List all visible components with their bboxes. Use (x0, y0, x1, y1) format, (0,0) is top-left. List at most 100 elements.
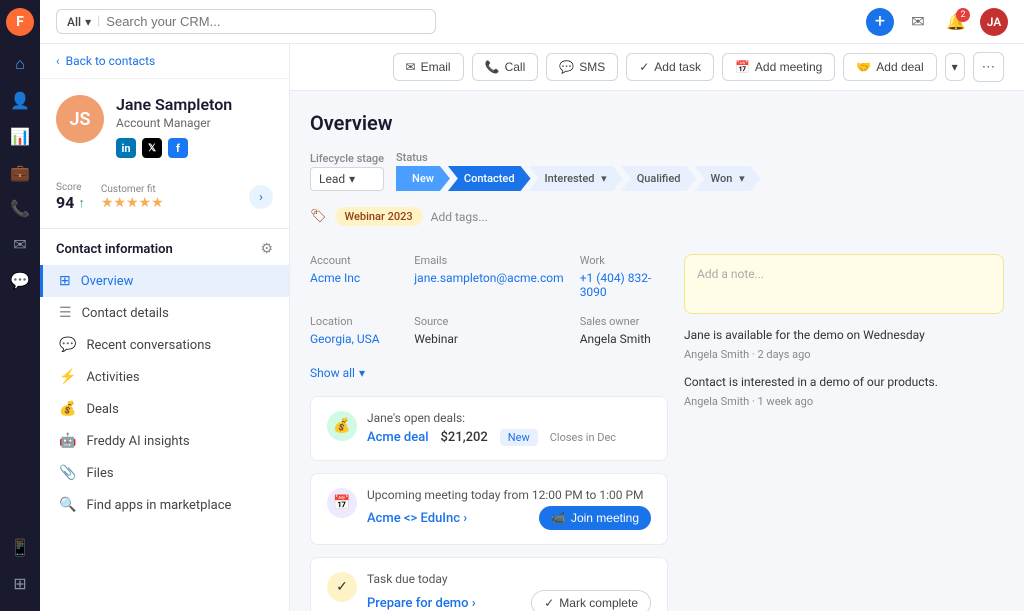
user-avatar[interactable]: JA (980, 8, 1008, 36)
score-section: Score 94 ↑ Customer fit ★★★★★ › (40, 174, 289, 224)
deal-card-content: Jane's open deals: Acme deal $21,202 New… (367, 411, 651, 446)
stage-contacted[interactable]: Contacted (448, 166, 531, 191)
task-card-row: Prepare for demo › ✓ Mark complete (367, 590, 651, 611)
stage-qualified-label: Qualified (637, 172, 681, 185)
add-task-button[interactable]: ✓ Add task (626, 53, 714, 81)
add-deal-btn-label: Add deal (876, 60, 923, 74)
join-meeting-label: Join meeting (571, 511, 639, 525)
stage-qualified[interactable]: Qualified (621, 166, 697, 191)
lead-value: Lead (319, 172, 345, 186)
app-logo[interactable]: F (6, 8, 34, 36)
add-meeting-button[interactable]: 📅 Add meeting (722, 53, 835, 81)
stage-interested[interactable]: Interested ▾ (529, 166, 623, 191)
nav-reports[interactable]: 📊 (4, 120, 36, 152)
score-label: Score (56, 182, 85, 193)
twitter-x-icon[interactable]: 𝕏 (142, 138, 162, 158)
nav-chat[interactable]: 💬 (4, 264, 36, 296)
work-phone-value[interactable]: +1 (404) 832-3090 (580, 271, 668, 299)
add-deal-button[interactable]: 🤝 Add deal (843, 53, 936, 81)
sidebar-nav: ⊞ Overview ☰ Contact details 💬 Recent co… (40, 265, 289, 521)
call-btn-label: Call (505, 60, 526, 74)
back-to-contacts-link[interactable]: ‹ Back to contacts (40, 44, 289, 79)
search-all-dropdown[interactable]: All ▾ (67, 15, 91, 29)
stage-interested-label: Interested (545, 172, 595, 185)
call-button[interactable]: 📞 Call (472, 53, 539, 81)
nav-phone-bottom[interactable]: 📱 (4, 531, 36, 563)
settings-icon[interactable]: ⚙ (260, 241, 273, 257)
deal-card-meta: Acme deal $21,202 New Closes in Dec (367, 429, 651, 446)
meeting-card-label: Upcoming meeting today from 12:00 PM to … (367, 488, 651, 502)
sidebar-item-overview[interactable]: ⊞ Overview (40, 265, 289, 297)
recent-conversations-label: Recent conversations (86, 338, 211, 353)
nav-phone[interactable]: 📞 (4, 192, 36, 224)
deal-name-link[interactable]: Acme deal (367, 430, 429, 445)
meeting-card-icon: 📅 (327, 488, 357, 518)
stage-new[interactable]: New (396, 166, 450, 191)
detail-sales-owner: Sales owner Angela Smith (580, 315, 668, 346)
nav-deals-icon[interactable]: 💼 (4, 156, 36, 188)
more-options-button[interactable]: ⋯ (973, 52, 1004, 82)
deals-nav-label: Deals (86, 402, 118, 417)
overview-left: Account Acme Inc Emails jane.sampleton@a… (310, 254, 668, 611)
back-chevron-icon: ‹ (56, 54, 60, 68)
join-meeting-button[interactable]: 📹 Join meeting (539, 506, 651, 530)
add-tags-button[interactable]: Add tags... (431, 210, 488, 224)
lifecycle-stage-label: Lifecycle stage (310, 152, 384, 165)
mark-complete-button[interactable]: ✓ Mark complete (531, 590, 651, 611)
search-input[interactable] (106, 14, 425, 29)
add-deal-dropdown[interactable]: ▾ (945, 53, 965, 81)
add-button[interactable]: + (866, 8, 894, 36)
sidebar-item-contact-details[interactable]: ☰ Contact details (40, 297, 289, 329)
contact-avatar: JS (56, 95, 104, 143)
nav-home[interactable]: ⌂ (4, 48, 36, 80)
meeting-card: 📅 Upcoming meeting today from 12:00 PM t… (310, 473, 668, 545)
sidebar-item-freddy-ai-insights[interactable]: 🤖 Freddy AI insights (40, 425, 289, 457)
bell-icon[interactable]: 🔔 2 (942, 8, 970, 36)
deal-status-badge: New (500, 429, 538, 446)
customer-fit-label: Customer fit (101, 184, 164, 195)
account-value[interactable]: Acme Inc (310, 271, 398, 285)
sms-button[interactable]: 💬 SMS (546, 53, 618, 81)
stage-won[interactable]: Won ▾ (694, 166, 760, 191)
sidebar-item-deals[interactable]: 💰 Deals (40, 393, 289, 425)
score-arrow-button[interactable]: › (249, 185, 273, 209)
email-value[interactable]: jane.sampleton@acme.com (414, 271, 563, 285)
activities-label: Activities (86, 370, 139, 385)
sidebar-item-find-apps[interactable]: 🔍 Find apps in marketplace (40, 489, 289, 521)
overview-panel: Overview Lifecycle stage Lead ▾ Status (290, 91, 1024, 611)
webinar-2023-tag[interactable]: Webinar 2023 (335, 207, 423, 226)
show-all-link[interactable]: Show all ▾ (310, 366, 668, 380)
task-name-link[interactable]: Prepare for demo › (367, 596, 476, 611)
task-card-header: ✓ Task due today Prepare for demo › (327, 572, 651, 611)
deal-card-header: 💰 Jane's open deals: Acme deal $21,202 N… (327, 411, 651, 446)
meeting-name-link[interactable]: Acme <> EduInc › (367, 511, 467, 526)
linkedin-icon[interactable]: in (116, 138, 136, 158)
files-icon: 📎 (59, 465, 76, 481)
nav-grid[interactable]: ⊞ (4, 567, 36, 599)
mail-icon[interactable]: ✉ (904, 8, 932, 36)
meeting-name-text: Acme <> EduInc (367, 511, 460, 526)
nav-email-nav[interactable]: ✉ (4, 228, 36, 260)
task-label: Task due today (367, 572, 651, 586)
facebook-icon[interactable]: f (168, 138, 188, 158)
add-note-input[interactable]: Add a note... (684, 254, 1004, 314)
lead-dropdown[interactable]: Lead ▾ (310, 167, 384, 191)
sidebar-item-files[interactable]: 📎 Files (40, 457, 289, 489)
contact-details-label: Contact details (82, 306, 169, 321)
location-value[interactable]: Georgia, USA (310, 332, 398, 346)
detail-source: Source Webinar (414, 315, 563, 346)
email-button[interactable]: ✉ Email (393, 53, 464, 81)
task-card-content: Task due today Prepare for demo › (367, 572, 651, 611)
deals-nav-icon: 💰 (59, 401, 76, 417)
add-task-btn-label: Add task (654, 60, 701, 74)
activities-icon: ⚡ (59, 369, 76, 385)
sidebar-item-recent-conversations[interactable]: 💬 Recent conversations (40, 329, 289, 361)
meeting-card-header: 📅 Upcoming meeting today from 12:00 PM t… (327, 488, 651, 530)
overview-bottom: Account Acme Inc Emails jane.sampleton@a… (310, 254, 1004, 611)
show-all-text: Show all (310, 366, 355, 380)
note-text-2: Contact is interested in a demo of our p… (684, 373, 1004, 391)
search-bar: All ▾ | (56, 9, 436, 34)
nav-contacts[interactable]: 👤 (4, 84, 36, 116)
note-author-1: Angela Smith (684, 348, 749, 361)
sidebar-item-activities[interactable]: ⚡ Activities (40, 361, 289, 393)
